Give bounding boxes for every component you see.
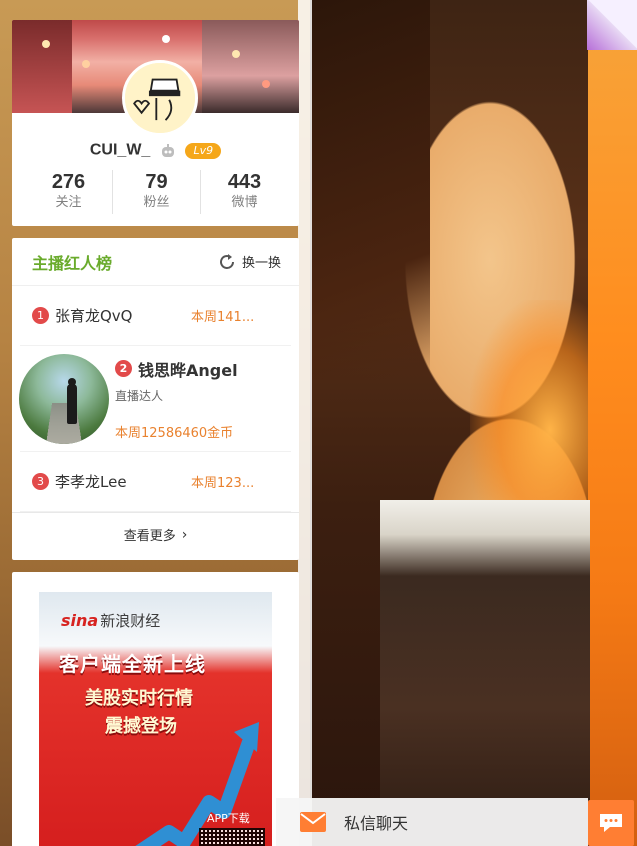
ad-brand: 新浪财经: [100, 612, 161, 630]
ad-logo-text: sina: [61, 611, 99, 630]
ad-logo: sina 新浪财经: [61, 610, 160, 631]
ranking-title: 主播红人榜: [32, 253, 113, 273]
stat-value: 276: [51, 171, 86, 193]
stat-value: 443: [227, 171, 262, 193]
chevron-right-icon: ›: [181, 526, 188, 543]
featured-name: 钱思晔Angel: [138, 360, 238, 380]
robot-icon: [161, 143, 174, 157]
ranking-item-1[interactable]: 1 张育龙QvQ 本周141...: [20, 286, 291, 346]
mail-icon: [300, 812, 326, 832]
stat-posts[interactable]: 443 微博: [201, 170, 288, 214]
stat-label: 微博: [231, 195, 258, 210]
rank-number-badge: 3: [32, 473, 49, 490]
page-corner-fold[interactable]: [587, 0, 637, 50]
refresh-button[interactable]: 换一换: [217, 252, 281, 272]
chat-bubble-icon: [600, 814, 622, 832]
sidebar-column: CUI_W_ Lv9 276 关注 79 粉丝 443 微博 主播红人榜 换一换…: [12, 20, 299, 846]
private-message-bar[interactable]: 私信聊天: [276, 798, 588, 846]
qr-code-icon: [199, 828, 265, 846]
stat-label: 粉丝: [143, 195, 170, 210]
rank-number-badge: 1: [32, 307, 49, 324]
avatar[interactable]: [122, 60, 198, 136]
ranking-item-week: 本周141...: [191, 310, 255, 325]
ranking-header: 主播红人榜 换一换: [12, 238, 299, 286]
ad-headline: 客户端全新上线: [59, 652, 206, 676]
profile-stats: 276 关注 79 粉丝 443 微博: [25, 170, 288, 214]
ad-subline-1: 美股实时行情: [85, 688, 193, 709]
featured-avatar[interactable]: [19, 353, 109, 444]
featured-week: 本周12586460金币: [115, 425, 234, 441]
stat-following[interactable]: 276 关注: [25, 170, 113, 214]
chat-button[interactable]: [588, 800, 634, 846]
profile-name-row: CUI_W_ Lv9: [12, 140, 299, 160]
ranking-item-name: 李孝龙Lee: [55, 473, 127, 491]
see-more-button[interactable]: 查看更多 ›: [12, 512, 299, 556]
ranking-item-name: 张育龙QvQ: [55, 307, 133, 325]
username[interactable]: CUI_W_: [90, 142, 150, 159]
ranking-item-week: 本周123...: [191, 476, 255, 491]
rank-number-badge: 2: [115, 360, 132, 377]
ad-banner[interactable]: sina 新浪财经 客户端全新上线 美股实时行情 震撼登场 APP下载: [39, 592, 272, 846]
ranking-item-3[interactable]: 3 李孝龙Lee 本周123...: [20, 452, 291, 512]
ranking-item-2-featured[interactable]: 2 钱思晔Angel 直播达人 本周12586460金币: [19, 346, 291, 452]
refresh-icon: [220, 253, 234, 269]
stat-followers[interactable]: 79 粉丝: [113, 170, 201, 214]
private-message-label: 私信聊天: [344, 814, 409, 833]
stat-value: 79: [145, 171, 168, 193]
profile-card: CUI_W_ Lv9 276 关注 79 粉丝 443 微博: [12, 20, 299, 226]
refresh-label: 换一换: [241, 256, 281, 271]
ad-app-download: APP下载: [207, 812, 250, 825]
featured-title: 直播达人: [115, 388, 164, 403]
ranking-card: 主播红人榜 换一换 1 张育龙QvQ 本周141... 2 钱思晔Angel 直…: [12, 238, 299, 560]
ad-subline-2: 震撼登场: [105, 716, 177, 737]
ad-card: sina 新浪财经 客户端全新上线 美股实时行情 震撼登场 APP下载: [12, 572, 299, 846]
stat-label: 关注: [55, 195, 82, 210]
level-badge: Lv9: [185, 142, 222, 159]
featured-name-row: 2 钱思晔Angel: [115, 357, 238, 381]
featured-info: 2 钱思晔Angel 直播达人 本周12586460金币: [115, 357, 238, 441]
see-more-label: 查看更多: [123, 529, 176, 544]
